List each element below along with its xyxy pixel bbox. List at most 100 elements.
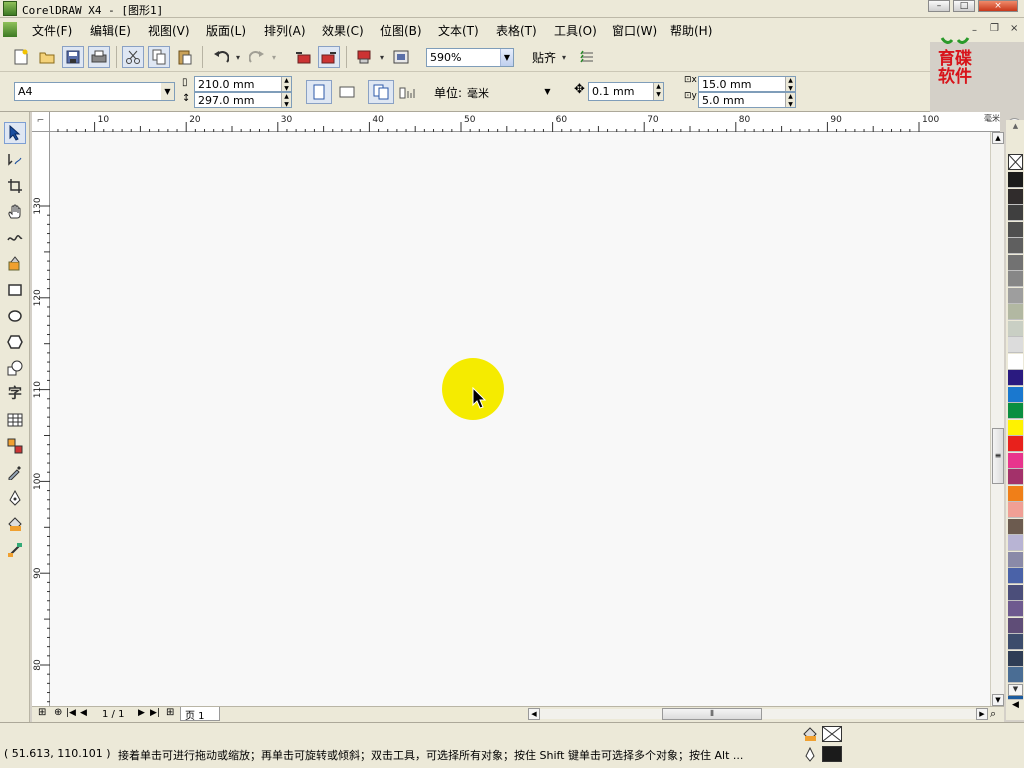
duplicate-distance-x-field[interactable]: 15.0 mm ▲ ▼ — [698, 76, 796, 92]
color-swatch[interactable] — [1008, 452, 1023, 469]
menu-arrange[interactable]: 排列(A) — [264, 22, 306, 39]
color-swatch[interactable] — [1008, 188, 1023, 205]
document-icon[interactable] — [3, 22, 17, 37]
color-swatch[interactable] — [1008, 502, 1023, 518]
units-combo[interactable]: 毫米 ▼ — [463, 82, 555, 101]
duplicate-x-spinner[interactable]: ▲ ▼ — [785, 77, 795, 91]
copy-icon[interactable] — [148, 46, 170, 68]
ruler-origin-icon[interactable]: ⌐ — [32, 112, 50, 132]
next-page-icon[interactable]: ▶ — [138, 708, 145, 718]
rectangle-tool-icon[interactable] — [4, 279, 26, 301]
color-swatch[interactable] — [1008, 535, 1023, 551]
export-icon[interactable] — [318, 46, 340, 68]
color-swatch[interactable] — [1008, 254, 1023, 271]
last-page-icon[interactable]: ▶| — [150, 708, 160, 718]
vertical-scroll-thumb[interactable]: ≡ — [992, 428, 1004, 484]
application-launcher-icon[interactable] — [354, 46, 376, 68]
maximize-button[interactable]: □ — [953, 0, 975, 12]
add-page-before-icon[interactable]: ⊞ — [38, 707, 46, 718]
color-swatch[interactable] — [1008, 568, 1023, 584]
menu-view[interactable]: 视图(V) — [148, 22, 190, 39]
eyedropper-tool-icon[interactable] — [4, 461, 26, 483]
coreldraw-app-icon[interactable] — [3, 1, 17, 16]
scroll-down-button[interactable]: ▼ — [992, 694, 1004, 706]
color-swatch[interactable] — [1008, 304, 1023, 320]
chevron-down-icon[interactable]: ▼ — [541, 83, 554, 100]
page-tab-1[interactable]: 页 1 — [180, 707, 220, 722]
close-button[interactable]: × — [978, 0, 1018, 12]
color-swatch[interactable] — [1008, 172, 1023, 188]
color-swatch[interactable] — [1008, 634, 1023, 650]
color-swatch[interactable] — [1008, 205, 1023, 221]
portrait-orientation-icon[interactable] — [306, 80, 332, 104]
save-icon[interactable] — [62, 46, 84, 68]
menu-table[interactable]: 表格(T) — [496, 22, 537, 39]
scroll-up-button[interactable]: ▲ — [992, 132, 1004, 144]
color-swatch[interactable] — [1008, 221, 1023, 238]
nudge-distance-field[interactable]: 0.1 mm ▲ ▼ — [588, 82, 664, 101]
ellipse-tool-icon[interactable] — [4, 305, 26, 327]
page-width-field[interactable]: 210.0 mm ▲ ▼ — [194, 76, 292, 92]
undo-icon[interactable] — [210, 46, 232, 68]
launcher-dropdown-icon[interactable]: ▾ — [376, 46, 388, 68]
add-page-after-icon[interactable]: ⊞ — [166, 707, 174, 718]
horizontal-ruler[interactable]: 10 20 30 40 50 60 70 80 90 100 毫米 — [36, 112, 1000, 132]
menu-tools[interactable]: 工具(O) — [554, 22, 597, 39]
color-swatch[interactable] — [1008, 287, 1023, 304]
color-swatch[interactable] — [1008, 353, 1023, 370]
color-swatch[interactable] — [1008, 518, 1023, 535]
cut-icon[interactable] — [122, 46, 144, 68]
chevron-down-icon[interactable]: ▼ — [161, 83, 174, 100]
color-swatch[interactable] — [1008, 271, 1023, 287]
menu-file[interactable]: 文件(F) — [32, 22, 72, 39]
doc-restore-button[interactable]: ❐ — [990, 23, 999, 34]
color-swatch[interactable] — [1008, 436, 1023, 452]
color-swatch[interactable] — [1008, 650, 1023, 667]
page-height-spinner[interactable]: ▲ ▼ — [281, 93, 291, 107]
page-width-spinner[interactable]: ▲ ▼ — [281, 77, 291, 91]
color-swatch[interactable] — [1008, 485, 1023, 502]
scroll-left-button[interactable]: ◀ — [528, 708, 540, 720]
menu-window[interactable]: 窗口(W) — [612, 22, 657, 39]
vertical-ruler[interactable]: 130 120 110 100 90 80 — [32, 132, 50, 706]
color-swatch[interactable] — [1008, 617, 1023, 634]
color-swatch[interactable] — [1008, 238, 1023, 254]
freehand-tool-icon[interactable] — [4, 227, 26, 249]
outline-pen-tool-icon[interactable] — [4, 487, 26, 509]
new-document-icon[interactable] — [10, 46, 32, 68]
interactive-fill-tool-icon[interactable] — [4, 539, 26, 561]
nudge-spinner[interactable]: ▲ ▼ — [653, 83, 663, 100]
redo-icon[interactable] — [246, 46, 268, 68]
zoom-level-combo[interactable]: 590% ▼ — [426, 48, 514, 67]
color-swatch[interactable] — [1008, 320, 1023, 337]
color-swatch[interactable] — [1008, 584, 1023, 601]
scroll-right-button[interactable]: ▶ — [976, 708, 988, 720]
polygon-tool-icon[interactable] — [4, 331, 26, 353]
paste-icon[interactable] — [174, 46, 196, 68]
all-pages-layout-icon[interactable] — [368, 80, 394, 104]
palette-scroll-up-icon[interactable]: ▲ — [1008, 122, 1023, 132]
doc-minimize-button[interactable]: – — [972, 25, 977, 36]
snap-dropdown-icon[interactable]: ▾ — [558, 46, 570, 68]
add-page-icon[interactable]: ⊕ — [54, 707, 62, 718]
interactive-blend-tool-icon[interactable] — [4, 435, 26, 457]
landscape-orientation-icon[interactable] — [334, 80, 360, 104]
horizontal-scroll-thumb[interactable]: ⦀ — [662, 708, 762, 720]
shape-tool-icon[interactable] — [4, 149, 26, 171]
fill-none-swatch[interactable] — [822, 726, 842, 742]
current-page-layout-icon[interactable] — [396, 80, 418, 104]
no-color-swatch[interactable] — [1008, 154, 1023, 170]
snap-to-label[interactable]: 贴齐 — [532, 49, 556, 66]
color-swatch[interactable] — [1008, 419, 1023, 436]
table-tool-icon[interactable] — [4, 409, 26, 431]
drawing-canvas[interactable] — [50, 132, 990, 706]
hand-tool-icon[interactable] — [4, 201, 26, 223]
chevron-down-icon[interactable]: ▼ — [500, 49, 513, 66]
undo-dropdown-icon[interactable]: ▾ — [232, 46, 244, 68]
color-swatch[interactable] — [1008, 337, 1023, 353]
palette-expand-icon[interactable]: ◀ — [1008, 700, 1023, 714]
color-swatch[interactable] — [1008, 403, 1023, 419]
basic-shapes-tool-icon[interactable] — [4, 357, 26, 379]
first-page-icon[interactable]: |◀ — [66, 708, 76, 718]
color-swatch[interactable] — [1008, 551, 1023, 568]
